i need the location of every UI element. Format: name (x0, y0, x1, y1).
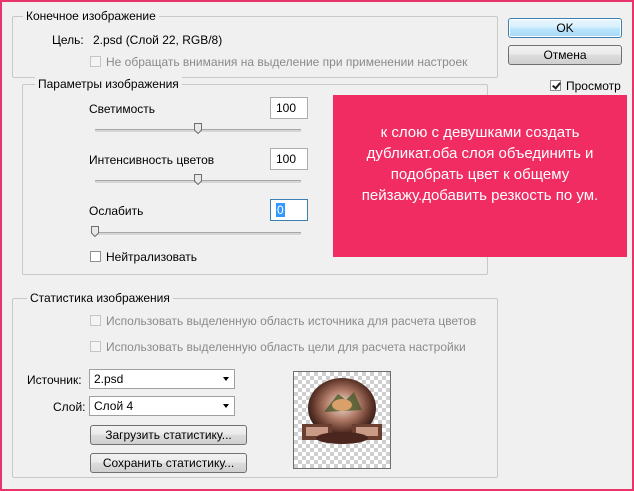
fade-slider-thumb[interactable] (91, 226, 99, 237)
ignore-selection-checkbox[interactable] (90, 56, 101, 67)
preview-checkbox[interactable] (550, 80, 561, 91)
fade-label: Ослабить (89, 204, 144, 218)
ok-button[interactable]: OK (508, 18, 622, 38)
chevron-down-icon (223, 404, 229, 408)
fade-value: 0 (276, 203, 285, 217)
source-preview-thumbnail (293, 371, 391, 469)
use-source-selection-checkbox[interactable] (90, 315, 101, 326)
cancel-button[interactable]: Отмена (508, 45, 622, 65)
source-select[interactable]: 2.psd (89, 369, 235, 389)
layer-select[interactable]: Слой 4 (89, 396, 235, 416)
fade-input[interactable]: 0 (270, 199, 308, 221)
load-statistics-button[interactable]: Загрузить статистику... (90, 425, 247, 445)
color-intensity-slider-thumb[interactable] (194, 174, 202, 185)
use-target-selection-checkbox[interactable] (90, 341, 101, 352)
color-intensity-label: Интенсивность цветов (89, 153, 215, 167)
slider-thumb-icon (194, 174, 202, 185)
source-select-value: 2.psd (94, 372, 124, 386)
luminance-input[interactable]: 100 (270, 97, 308, 119)
target-label: Цель: (52, 33, 84, 47)
save-statistics-button[interactable]: Сохранить статистику... (90, 453, 247, 473)
preview-label: Просмотр (566, 79, 621, 93)
luminance-slider-thumb[interactable] (194, 123, 202, 134)
image-options-legend: Параметры изображения (35, 77, 182, 91)
image-statistics-legend: Статистика изображения (27, 291, 173, 305)
use-target-selection-label: Использовать выделенную область цели для… (106, 340, 466, 354)
ignore-selection-label: Не обращать внимания на выделение при пр… (106, 55, 468, 69)
source-label: Источник: (27, 373, 82, 387)
slider-thumb-icon (194, 123, 202, 134)
layer-select-value: Слой 4 (94, 399, 134, 413)
luminance-label: Светимость (89, 102, 156, 116)
neutralize-checkbox[interactable] (90, 251, 101, 262)
annotation-text: к слою с девушками создать дубликат.оба … (361, 124, 599, 204)
neutralize-label: Нейтрализовать (106, 250, 198, 264)
layer-label: Слой: (53, 400, 86, 414)
annotation-overlay: к слою с девушками создать дубликат.оба … (333, 95, 627, 257)
preview-image (302, 378, 382, 444)
chevron-down-icon (223, 377, 229, 381)
fade-slider-track[interactable] (95, 232, 301, 235)
target-value: 2.psd (Слой 22, RGB/8) (93, 33, 223, 47)
use-source-selection-label: Использовать выделенную область источник… (106, 314, 477, 328)
slider-thumb-icon (91, 226, 99, 237)
color-intensity-input[interactable]: 100 (270, 148, 308, 170)
target-image-legend: Конечное изображение (23, 9, 159, 23)
